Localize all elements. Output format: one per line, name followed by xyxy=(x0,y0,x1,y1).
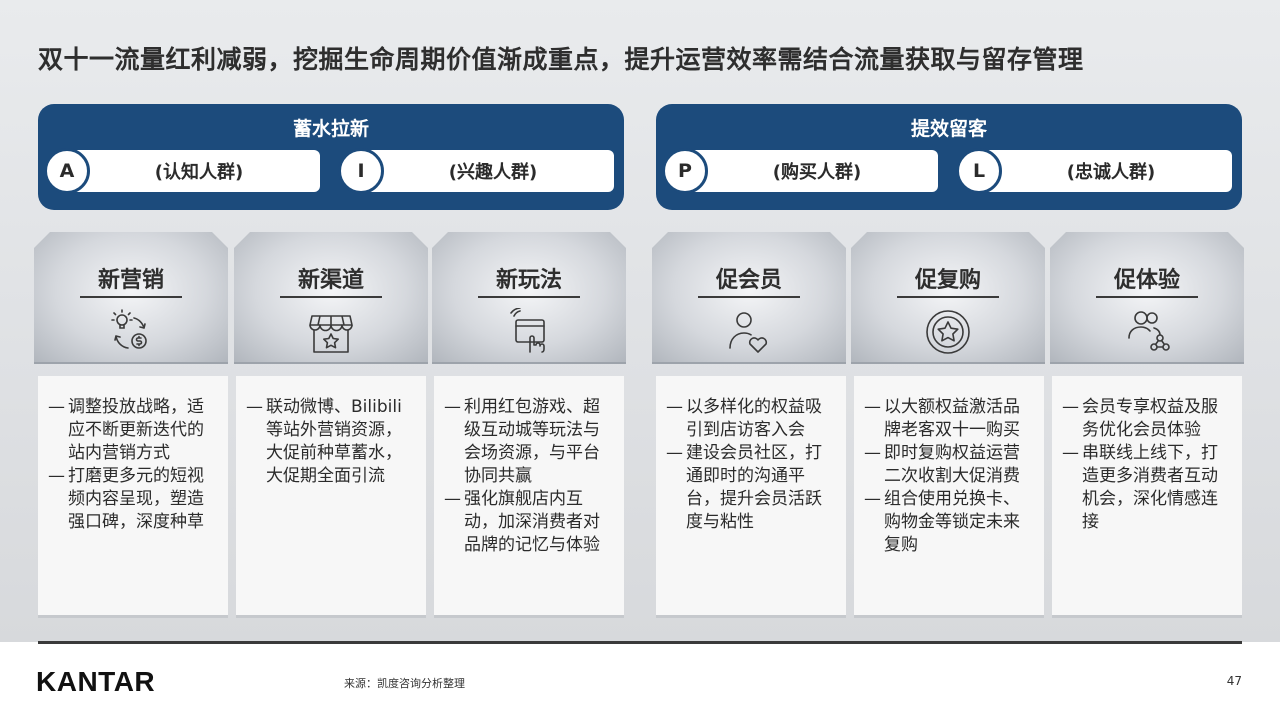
card-new-marketing: 新营销 xyxy=(34,232,228,364)
segment-pill-l: L (忠诚人群) xyxy=(952,148,1232,194)
card-divider xyxy=(698,296,800,298)
group-header-retention: 提效留客 P (购买人群) L (忠诚人群) xyxy=(656,104,1242,210)
card-divider xyxy=(280,296,382,298)
card-new-gameplay: 新玩法 xyxy=(432,232,626,364)
card-title: 新玩法 xyxy=(495,268,562,293)
card-title: 促复购 xyxy=(914,268,981,293)
card-description-new-gameplay: 利用红包游戏、超级互动城等玩法与会场资源，与平台协同共赢 强化旗舰店内互动，加深… xyxy=(434,376,624,618)
bullet-item: 利用红包游戏、超级互动城等玩法与会场资源，与平台协同共赢 xyxy=(444,396,616,488)
segment-pill-i: I (兴趣人群) xyxy=(334,148,614,194)
bullet-item: 串联线上线下，打造更多消费者互动机会，深化情感连接 xyxy=(1062,442,1234,534)
group-header-acquisition: 蓄水拉新 A (认知人群) I (兴趣人群) xyxy=(38,104,624,210)
source-note: 来源：凯度咨询分析整理 xyxy=(344,677,465,690)
group-title: 提效留客 xyxy=(910,118,987,140)
card-title: 新营销 xyxy=(97,268,164,293)
card-new-channel: 新渠道 xyxy=(234,232,428,364)
bullet-item: 调整投放战略，适应不断更新迭代的站内营销方式 xyxy=(48,396,220,465)
page-title: 双十一流量红利减弱，挖掘生命周期价值渐成重点，提升运营效率需结合流量获取与留存管… xyxy=(38,45,1084,74)
users-network-icon xyxy=(1122,308,1172,356)
group-title: 蓄水拉新 xyxy=(292,118,369,140)
segment-badge: A xyxy=(44,148,90,194)
bullet-item: 打磨更多元的短视频内容呈现，塑造强口碑，深度种草 xyxy=(48,465,220,534)
card-description-promote-repurchase: 以大额权益激活品牌老客双十一购买 即时复购权益运营二次收割大促消费 组合使用兑换… xyxy=(854,376,1044,618)
card-description-promote-membership: 以多样化的权益吸引到店访客入会 建设会员社区，打通即时的沟通平台，提升会员活跃度… xyxy=(656,376,846,618)
card-promote-repurchase: 促复购 xyxy=(851,232,1045,364)
bullet-item: 建设会员社区，打通即时的沟通平台，提升会员活跃度与粘性 xyxy=(666,442,838,534)
segment-label: (认知人群) xyxy=(62,150,320,192)
card-divider xyxy=(897,296,999,298)
bullet-item: 组合使用兑换卡、购物金等锁定未来复购 xyxy=(864,488,1036,557)
card-title: 新渠道 xyxy=(297,268,364,293)
card-description-promote-experience: 会员专享权益及服务优化会员体验 串联线上线下，打造更多消费者互动机会，深化情感连… xyxy=(1052,376,1242,618)
card-title: 促体验 xyxy=(1113,268,1180,293)
kantar-logo: KANTAR xyxy=(36,666,156,697)
segment-badge: P xyxy=(662,148,708,194)
card-divider xyxy=(80,296,182,298)
bullet-item: 即时复购权益运营二次收割大促消费 xyxy=(864,442,1036,488)
bullet-item: 联动微博、Bilibili等站外营销资源，大促前种草蓄水，大促期全面引流 xyxy=(246,396,418,488)
bullet-item: 会员专享权益及服务优化会员体验 xyxy=(1062,396,1234,442)
segment-label: (购买人群) xyxy=(680,150,938,192)
lightbulb-money-cycle-icon xyxy=(106,308,156,356)
bullet-item: 强化旗舰店内互动，加深消费者对品牌的记忆与体验 xyxy=(444,488,616,557)
card-description-new-marketing: 调整投放战略，适应不断更新迭代的站内营销方式 打磨更多元的短视频内容呈现，塑造强… xyxy=(38,376,228,618)
card-divider xyxy=(1096,296,1198,298)
page-number: 47 xyxy=(1226,674,1242,688)
footer-divider xyxy=(38,641,1242,644)
star-badge-icon xyxy=(923,308,973,356)
bullet-item: 以多样化的权益吸引到店访客入会 xyxy=(666,396,838,442)
card-divider xyxy=(478,296,580,298)
segment-pill-p: P (购买人群) xyxy=(658,148,938,194)
segment-badge: I xyxy=(338,148,384,194)
storefront-icon xyxy=(306,308,356,356)
user-heart-icon xyxy=(724,308,774,356)
segment-label: (兴趣人群) xyxy=(356,150,614,192)
bullet-item: 以大额权益激活品牌老客双十一购买 xyxy=(864,396,1036,442)
card-promote-experience: 促体验 xyxy=(1050,232,1244,364)
touch-screen-icon xyxy=(504,308,554,356)
card-promote-membership: 促会员 xyxy=(652,232,846,364)
segment-pill-a: A (认知人群) xyxy=(40,148,320,194)
segment-label: (忠诚人群) xyxy=(974,150,1232,192)
card-title: 促会员 xyxy=(715,268,782,293)
card-description-new-channel: 联动微博、Bilibili等站外营销资源，大促前种草蓄水，大促期全面引流 xyxy=(236,376,426,618)
segment-badge: L xyxy=(956,148,1002,194)
